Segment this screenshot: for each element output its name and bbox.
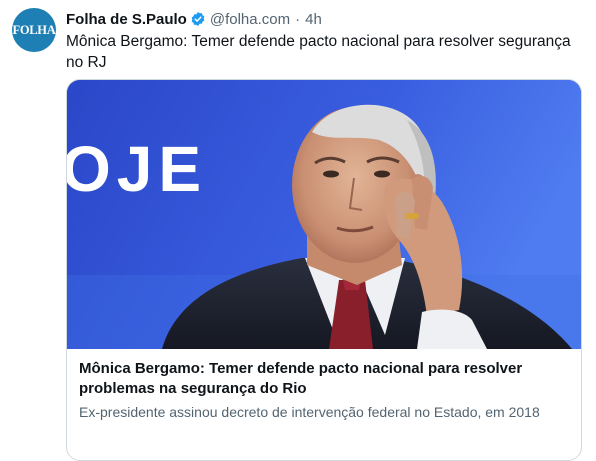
tweet-header: Folha de S.Paulo @folha.com · 4h (66, 8, 322, 30)
link-card[interactable]: OJE Mônica Bergamo: Temer defende pacto … (66, 79, 582, 461)
user-handle[interactable]: @folha.com (210, 11, 290, 28)
display-name[interactable]: Folha de S.Paulo (66, 11, 187, 28)
card-description: Ex-presidente assinou decreto de interve… (79, 404, 540, 420)
card-title[interactable]: Mônica Bergamo: Temer defende pacto naci… (79, 359, 569, 399)
timestamp[interactable]: 4h (305, 11, 322, 28)
card-photo (67, 80, 581, 349)
avatar-logo-text: FOLHA (12, 22, 56, 37)
separator-dot: · (295, 10, 301, 28)
tweet-text: Mônica Bergamo: Temer defende pacto naci… (66, 33, 571, 71)
card-image: OJE (67, 80, 581, 349)
avatar[interactable]: FOLHA (12, 8, 56, 52)
verified-badge-icon (190, 11, 206, 27)
card-image-backdrop-text: OJE (67, 133, 208, 205)
